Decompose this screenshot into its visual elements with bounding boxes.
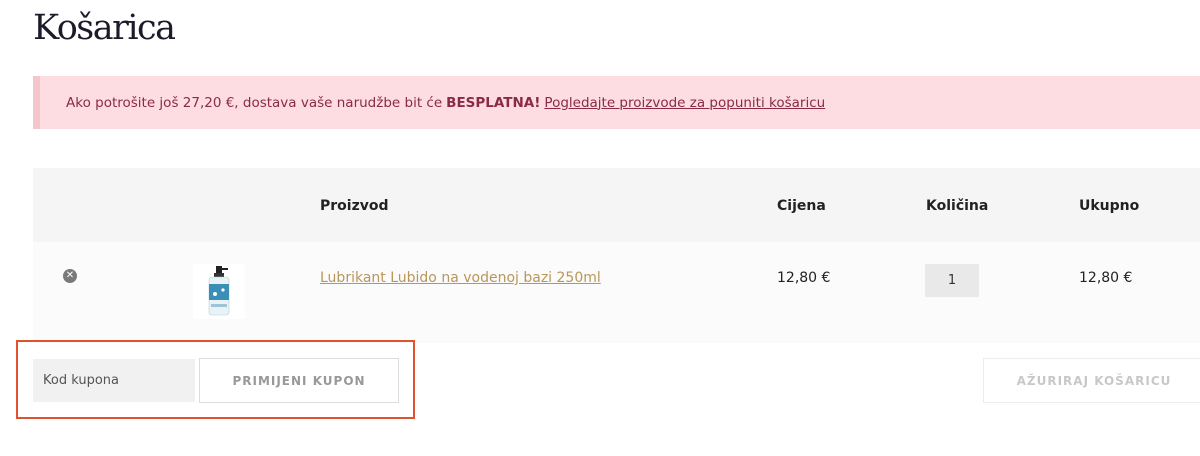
notice-bold: BESPLATNA! [446,94,541,111]
header-total: Ukupno [1079,198,1140,214]
apply-coupon-button[interactable]: PRIMIJENI KUPON [199,358,399,403]
coupon-code-input[interactable] [33,359,195,402]
item-total: 12,80 € [1079,270,1133,286]
page-title: Košarica [33,8,176,48]
header-price: Cijena [777,198,826,214]
browse-products-link[interactable]: Pogledajte proizvode za popuniti košaric… [544,95,825,111]
remove-item-icon[interactable]: ✕ [63,269,77,283]
free-shipping-notice: Ako potrošite još 27,20 €, dostava vaše … [33,76,1200,129]
quantity-input[interactable] [925,264,979,297]
header-quantity: Količina [926,198,989,214]
cart-table-header: Proizvod Cijena Količina Ukupno [33,168,1200,242]
product-thumbnail[interactable] [193,264,245,319]
header-product: Proizvod [320,198,389,214]
update-cart-button[interactable]: AŽURIRAJ KOŠARICU [983,358,1200,403]
notice-text: Ako potrošite još 27,20 €, dostava vaše … [66,94,443,111]
item-price: 12,80 € [777,270,831,286]
table-row: ✕ Lubrikant Lubido na vodenoj bazi 250ml… [33,242,1200,343]
product-link[interactable]: Lubrikant Lubido na vodenoj bazi 250ml [320,270,601,286]
